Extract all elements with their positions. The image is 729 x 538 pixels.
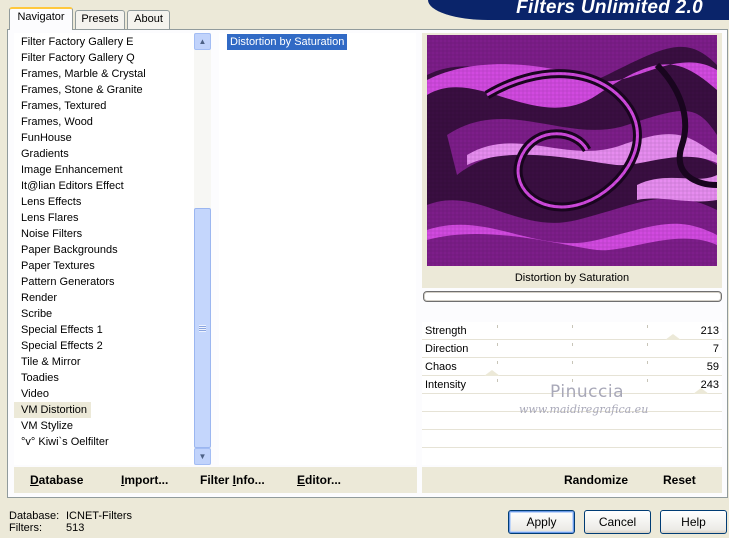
category-item[interactable]: °v° Kiwi`s Oelfilter	[14, 434, 113, 450]
param-row-direction[interactable]: Direction 7	[422, 340, 722, 358]
tab-about[interactable]: About	[127, 10, 170, 29]
grip-icon	[199, 324, 206, 332]
filters-label: Filters:	[9, 522, 42, 534]
left-button-bar: Database Import... Filter Info... Editor…	[14, 467, 417, 493]
param-row-strength[interactable]: Strength 213	[422, 322, 722, 340]
filter-list[interactable]: Distortion by Saturation	[219, 33, 416, 465]
intensity-value: 243	[700, 379, 719, 391]
watermark-name: Pinuccia	[550, 382, 624, 402]
category-item[interactable]: Frames, Marble & Crystal	[14, 66, 150, 82]
category-item[interactable]: Frames, Wood	[14, 114, 97, 130]
chaos-label: Chaos	[425, 361, 457, 373]
strength-slider[interactable]	[422, 322, 722, 340]
preview-filter-name: Distortion by Saturation	[422, 268, 722, 288]
cancel-button[interactable]: Cancel	[584, 510, 651, 534]
category-item[interactable]: Toadies	[14, 370, 63, 386]
help-button[interactable]: Help	[660, 510, 727, 534]
app-title: Filters Unlimited 2.0	[516, 0, 703, 18]
category-item[interactable]: Special Effects 2	[14, 338, 107, 354]
preview-image	[427, 35, 717, 266]
category-list[interactable]: Filter Factory Gallery E Filter Factory G…	[14, 33, 210, 465]
tab-navigator[interactable]: Navigator	[9, 7, 73, 30]
category-item[interactable]: Image Enhancement	[14, 162, 127, 178]
filters-count: 513	[66, 522, 85, 534]
direction-label: Direction	[425, 343, 469, 355]
tab-presets[interactable]: Presets	[75, 10, 125, 29]
strength-value: 213	[700, 325, 719, 337]
category-item[interactable]: Paper Backgrounds	[14, 242, 122, 258]
category-item[interactable]: Scribe	[14, 306, 56, 322]
empty-param-row	[422, 430, 722, 448]
category-item[interactable]: Render	[14, 290, 61, 306]
category-scrollbar[interactable]: ▲ ▼	[194, 33, 211, 465]
database-button[interactable]: Database	[30, 472, 83, 488]
category-item[interactable]: Special Effects 1	[14, 322, 107, 338]
category-item[interactable]: Video	[14, 386, 53, 402]
category-item[interactable]: Gradients	[14, 146, 73, 162]
category-item[interactable]: Lens Flares	[14, 210, 82, 226]
editor-button[interactable]: Editor...	[297, 472, 341, 488]
category-item[interactable]: VM Distortion	[14, 402, 92, 418]
filter-item-selected[interactable]: Distortion by Saturation	[227, 34, 348, 50]
preview-panel	[422, 33, 722, 268]
reset-button[interactable]: Reset	[663, 472, 696, 488]
scroll-thumb[interactable]	[194, 208, 211, 448]
category-item[interactable]: Frames, Textured	[14, 98, 110, 114]
category-item[interactable]: Frames, Stone & Granite	[14, 82, 147, 98]
chaos-value: 59	[706, 361, 719, 373]
category-item[interactable]: Filter Factory Gallery E	[14, 34, 137, 50]
intensity-label: Intensity	[425, 379, 466, 391]
category-item[interactable]: FunHouse	[14, 130, 76, 146]
watermark-url: www.maidiregrafica.eu	[519, 403, 649, 416]
scroll-up-button[interactable]: ▲	[194, 33, 211, 50]
category-item[interactable]: Noise Filters	[14, 226, 86, 242]
chaos-slider[interactable]	[422, 358, 722, 376]
category-item[interactable]: VM Stylize	[14, 418, 77, 434]
param-row-chaos[interactable]: Chaos 59	[422, 358, 722, 376]
empty-param-row	[422, 448, 722, 466]
scroll-down-button[interactable]: ▼	[194, 448, 211, 465]
category-item[interactable]: Paper Textures	[14, 258, 99, 274]
import-button[interactable]: Import...	[121, 472, 168, 488]
category-item[interactable]: Tile & Mirror	[14, 354, 84, 370]
category-item[interactable]: Lens Effects	[14, 194, 85, 210]
right-button-bar: Randomize Reset	[422, 467, 722, 493]
direction-value: 7	[712, 343, 719, 355]
category-item[interactable]: Filter Factory Gallery Q	[14, 50, 139, 66]
category-item[interactable]: Pattern Generators	[14, 274, 119, 290]
category-item[interactable]: It@lian Editors Effect	[14, 178, 128, 194]
strength-label: Strength	[425, 325, 467, 337]
apply-button[interactable]: Apply	[508, 510, 575, 534]
header-banner: Filters Unlimited 2.0	[428, 0, 729, 20]
randomize-button[interactable]: Randomize	[564, 472, 628, 488]
filter-info-button[interactable]: Filter Info...	[200, 472, 265, 488]
progress-bar	[423, 291, 722, 302]
